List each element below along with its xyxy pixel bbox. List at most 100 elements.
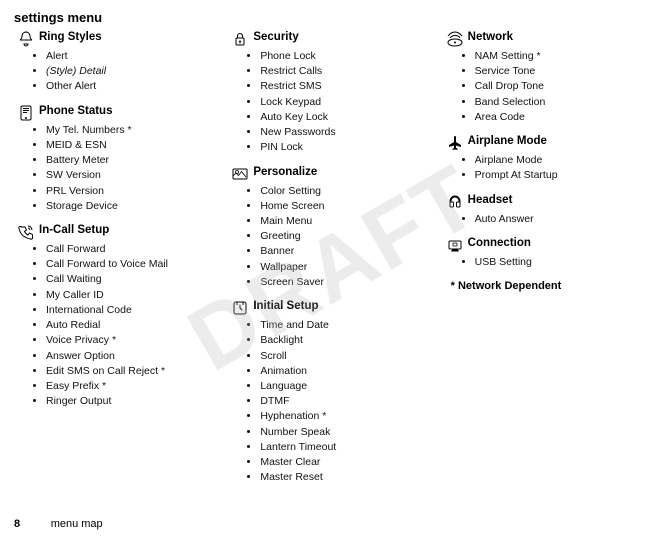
column-2: Security Phone Lock Restrict Calls Restr… [228,31,442,495]
airplane-mode-list: Airplane Mode Prompt At Startup [447,153,653,183]
in-call-setup-list: Call Forward Call Forward to Voice Mail … [18,242,224,409]
section-headset-header: Headset [447,194,653,210]
network-list: NAM Setting * Service Tone Call Drop Ton… [447,49,653,125]
section-personalize: Personalize Color Setting Home Screen Ma… [232,166,438,291]
list-item: Band Selection [475,95,653,110]
initial-setup-list: Time and Date Backlight Scroll Animation… [232,318,438,485]
airplane-icon [447,135,463,151]
security-title: Security [253,31,298,43]
section-network: Network NAM Setting * Service Tone Call … [447,31,653,125]
initial-setup-icon [232,300,248,316]
headset-icon [447,194,463,210]
list-item: Lantern Timeout [260,440,438,455]
headset-title: Headset [468,194,513,206]
content-area: Ring Styles Alert (Style) Detail Other A… [0,29,667,495]
list-item: Number Speak [260,425,438,440]
list-item: PRL Version [46,184,224,199]
personalize-list: Color Setting Home Screen Main Menu Gree… [232,184,438,291]
list-item: My Caller ID [46,288,224,303]
list-item: Auto Redial [46,318,224,333]
list-item: Backlight [260,333,438,348]
list-item: Hyphenation * [260,409,438,424]
list-item: USB Setting [475,255,653,270]
list-item: Alert [46,49,224,64]
list-item: Airplane Mode [475,153,653,168]
list-item: Restrict SMS [260,79,438,94]
page-number: 8 [14,518,20,530]
list-item: Lock Keypad [260,95,438,110]
list-item: New Passwords [260,125,438,140]
initial-setup-title: Initial Setup [253,300,318,312]
list-item: MEID & ESN [46,138,224,153]
list-item: Answer Option [46,349,224,364]
phone-status-list: My Tel. Numbers * MEID & ESN Battery Met… [18,123,224,214]
security-list: Phone Lock Restrict Calls Restrict SMS L… [232,49,438,156]
list-item: Greeting [260,229,438,244]
list-item: Call Drop Tone [475,79,653,94]
section-initial-setup-header: Initial Setup [232,300,438,316]
section-in-call-setup-header: In-Call Setup [18,224,224,240]
section-connection: Connection USB Setting [447,237,653,270]
in-call-icon [18,224,34,240]
personalize-icon [232,166,248,182]
list-item: Scroll [260,349,438,364]
list-item: Main Menu [260,214,438,229]
list-item: Area Code [475,110,653,125]
list-item: Wallpaper [260,260,438,275]
list-item: Time and Date [260,318,438,333]
connection-list: USB Setting [447,255,653,270]
section-initial-setup: Initial Setup Time and Date Backlight Sc… [232,300,438,485]
phone-status-title: Phone Status [39,105,112,117]
list-item: Edit SMS on Call Reject * [46,364,224,379]
ring-styles-title: Ring Styles [39,31,102,43]
list-item: Other Alert [46,79,224,94]
list-item: Call Forward to Voice Mail [46,257,224,272]
list-item: Storage Device [46,199,224,214]
list-item: Service Tone [475,64,653,79]
section-network-header: Network [447,31,653,47]
list-item: Restrict Calls [260,64,438,79]
connection-title: Connection [468,237,531,249]
section-connection-header: Connection [447,237,653,253]
list-item: Home Screen [260,199,438,214]
network-title: Network [468,31,513,43]
list-item: Easy Prefix * [46,379,224,394]
section-security: Security Phone Lock Restrict Calls Restr… [232,31,438,156]
section-security-header: Security [232,31,438,47]
list-item: PIN Lock [260,140,438,155]
list-item: DTMF [260,394,438,409]
airplane-mode-title: Airplane Mode [468,135,547,147]
network-icon [447,31,463,47]
connection-icon [447,237,463,253]
list-item: Color Setting [260,184,438,199]
list-item: International Code [46,303,224,318]
list-item: Voice Privacy * [46,333,224,348]
list-item: Prompt At Startup [475,168,653,183]
in-call-setup-title: In-Call Setup [39,224,109,236]
list-item: Master Clear [260,455,438,470]
list-item: Auto Answer [475,212,653,227]
section-personalize-header: Personalize [232,166,438,182]
list-item: SW Version [46,168,224,183]
column-1: Ring Styles Alert (Style) Detail Other A… [14,31,228,495]
list-item: Auto Key Lock [260,110,438,125]
page-footer: 8 menu map [14,518,103,530]
section-headset: Headset Auto Answer [447,194,653,227]
list-item: Ringer Output [46,394,224,409]
list-item: Phone Lock [260,49,438,64]
list-item: Call Waiting [46,272,224,287]
security-icon [232,31,248,47]
personalize-title: Personalize [253,166,317,178]
section-phone-status-header: Phone Status [18,105,224,121]
section-in-call-setup: In-Call Setup Call Forward Call Forward … [18,224,224,409]
phone-status-icon [18,105,34,121]
list-item: Call Forward [46,242,224,257]
page-title: settings menu [0,0,667,29]
section-ring-styles-header: Ring Styles [18,31,224,47]
ring-icon [18,31,34,47]
list-item: My Tel. Numbers * [46,123,224,138]
section-airplane-mode-header: Airplane Mode [447,135,653,151]
section-ring-styles: Ring Styles Alert (Style) Detail Other A… [18,31,224,95]
list-item: Master Reset [260,470,438,485]
network-note: * Network Dependent [447,280,653,292]
